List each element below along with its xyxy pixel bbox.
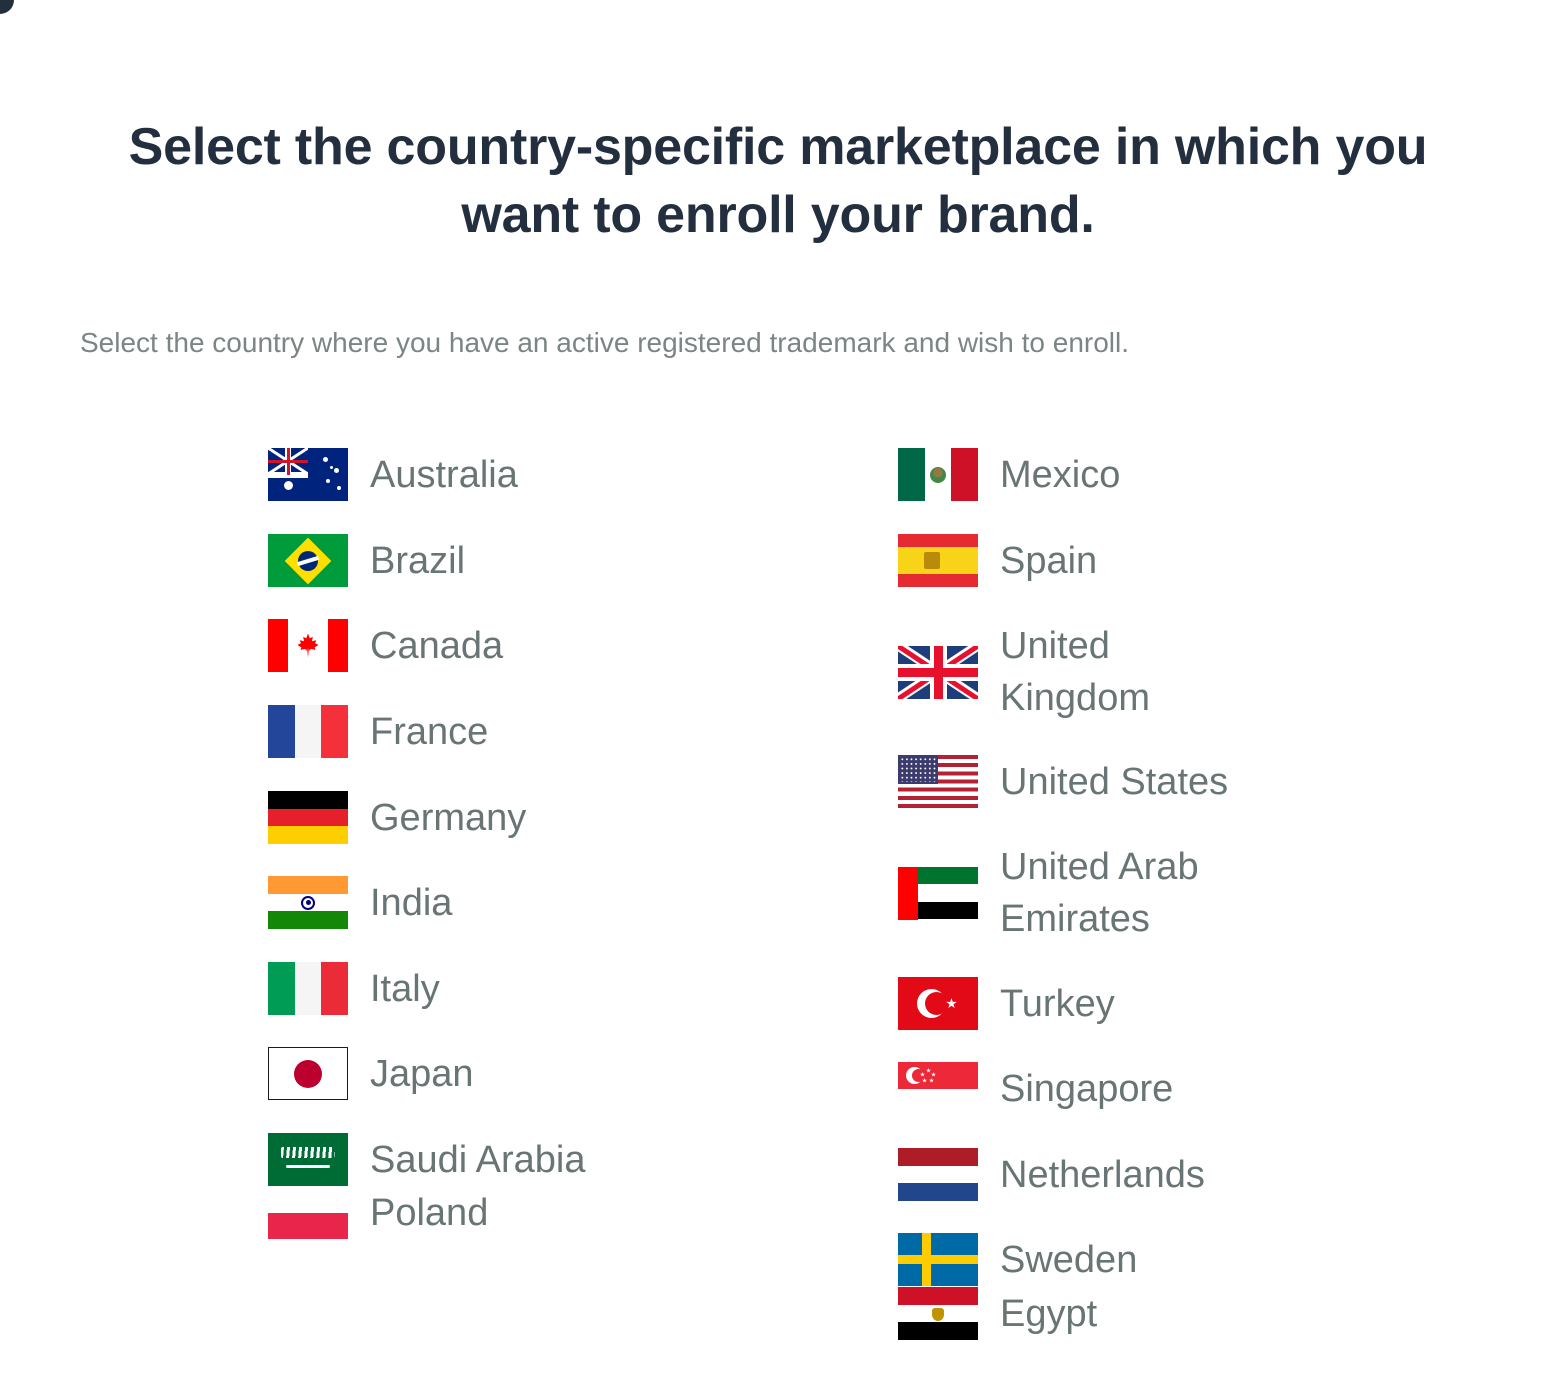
country-option-netherlands[interactable]: Netherlands bbox=[898, 1148, 1205, 1201]
country-option-australia[interactable]: Australia bbox=[268, 448, 518, 501]
country-label: Brazil bbox=[370, 539, 466, 582]
flag-spain-icon bbox=[898, 534, 978, 587]
flag-italy-icon bbox=[268, 962, 348, 1015]
flag-turkey-icon bbox=[898, 977, 978, 1030]
country-option-mexico[interactable]: Mexico bbox=[898, 448, 1120, 501]
flag-mexico-icon bbox=[898, 448, 978, 501]
flag-france-icon bbox=[268, 705, 348, 758]
country-label: Singapore bbox=[1000, 1067, 1174, 1110]
flag-uae-icon bbox=[898, 866, 978, 920]
country-label: India bbox=[370, 881, 453, 924]
country-label: Turkey bbox=[1000, 982, 1115, 1025]
country-option-france[interactable]: France bbox=[268, 705, 488, 758]
country-option-brazil[interactable]: Brazil bbox=[268, 534, 465, 587]
flag-canada-icon bbox=[268, 619, 348, 672]
country-option-india[interactable]: India bbox=[268, 876, 452, 929]
country-label: Egypt bbox=[1000, 1292, 1098, 1335]
country-label: United States bbox=[1000, 760, 1229, 803]
flag-india-icon bbox=[268, 876, 348, 929]
country-option-united-kingdom[interactable]: United Kingdom bbox=[898, 620, 1150, 724]
country-option-egypt[interactable]: Egypt bbox=[898, 1287, 1097, 1340]
country-option-italy[interactable]: Italy bbox=[268, 962, 440, 1015]
country-label: Japan bbox=[370, 1052, 474, 1095]
country-option-united-arab-emirates[interactable]: United Arab Emirates bbox=[898, 841, 1199, 945]
flag-netherlands-icon bbox=[898, 1148, 978, 1201]
flag-united-states-icon bbox=[898, 755, 978, 808]
country-label: Italy bbox=[370, 967, 440, 1010]
flag-brazil-icon bbox=[268, 534, 348, 587]
flag-saudi-arabia-icon bbox=[268, 1133, 348, 1186]
country-label: Australia bbox=[370, 453, 518, 496]
flag-egypt-icon bbox=[898, 1287, 978, 1340]
country-option-poland[interactable]: Poland bbox=[268, 1186, 488, 1239]
flag-germany-icon bbox=[268, 791, 348, 844]
flag-australia-icon bbox=[268, 448, 348, 501]
flag-japan-icon bbox=[268, 1047, 348, 1100]
country-label: Mexico bbox=[1000, 453, 1121, 496]
country-label: United Arab Emirates bbox=[1000, 846, 1199, 940]
country-option-sweden[interactable]: Sweden bbox=[898, 1233, 1137, 1286]
country-label: Germany bbox=[370, 796, 527, 839]
flag-poland-icon bbox=[268, 1186, 348, 1239]
country-label: Spain bbox=[1000, 539, 1098, 582]
country-label: France bbox=[370, 710, 489, 753]
country-label: United Kingdom bbox=[1000, 625, 1150, 719]
country-option-singapore[interactable]: Singapore bbox=[898, 1062, 1173, 1115]
country-label: Saudi Arabia bbox=[370, 1138, 586, 1181]
country-option-canada[interactable]: Canada bbox=[268, 619, 503, 672]
country-label: Netherlands bbox=[1000, 1153, 1205, 1196]
flag-sweden-icon bbox=[898, 1233, 978, 1286]
country-option-united-states[interactable]: United States bbox=[898, 755, 1228, 808]
country-option-turkey[interactable]: Turkey bbox=[898, 977, 1115, 1030]
flag-united-kingdom-icon bbox=[898, 645, 978, 699]
country-marketplace-grid: Australia Brazil Canada France Germany I… bbox=[0, 0, 1544, 1376]
country-label: Sweden bbox=[1000, 1238, 1138, 1281]
country-option-japan[interactable]: Japan bbox=[268, 1047, 474, 1100]
country-label: Canada bbox=[370, 624, 504, 667]
country-option-spain[interactable]: Spain bbox=[898, 534, 1097, 587]
country-option-germany[interactable]: Germany bbox=[268, 791, 526, 844]
country-option-saudi-arabia[interactable]: Saudi Arabia bbox=[268, 1133, 586, 1186]
flag-singapore-icon bbox=[898, 1062, 978, 1115]
country-label: Poland bbox=[370, 1191, 489, 1234]
